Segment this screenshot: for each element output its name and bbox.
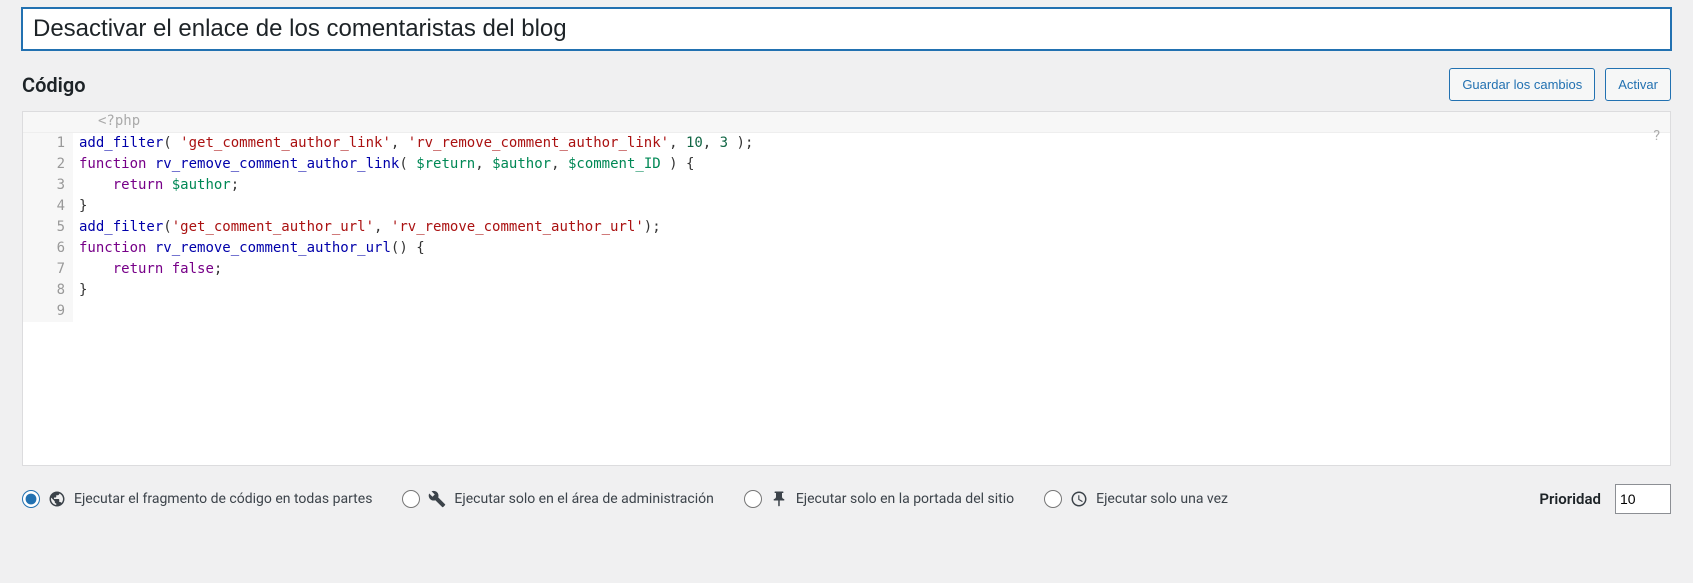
scope-everywhere-radio[interactable] [22,490,40,508]
scope-once[interactable]: Ejecutar solo una vez [1044,490,1228,508]
scope-once-radio[interactable] [1044,490,1062,508]
wrench-icon [428,490,446,508]
php-open-tag: <?php [23,112,1670,133]
save-button[interactable]: Guardar los cambios [1449,68,1595,101]
help-icon[interactable]: ? [1653,128,1660,144]
scope-everywhere-label: Ejecutar el fragmento de código en todas… [74,491,372,507]
priority-label: Prioridad [1539,490,1601,508]
scope-everywhere[interactable]: Ejecutar el fragmento de código en todas… [22,490,372,508]
scope-frontend-radio[interactable] [744,490,762,508]
scope-admin[interactable]: Ejecutar solo en el área de administraci… [402,490,713,508]
code-content[interactable]: add_filter( 'get_comment_author_link', '… [73,133,753,322]
globe-icon [48,490,66,508]
activate-button[interactable]: Activar [1605,68,1671,101]
scope-frontend[interactable]: Ejecutar solo en la portada del sitio [744,490,1014,508]
priority-input[interactable] [1615,484,1671,514]
scope-admin-radio[interactable] [402,490,420,508]
line-gutter: 123456789 [23,133,73,322]
scope-once-label: Ejecutar solo una vez [1096,491,1228,507]
pushpin-icon [770,490,788,508]
code-section-title: Código [22,73,86,97]
snippet-title-input[interactable] [22,8,1671,50]
code-editor[interactable]: ? <?php 123456789 add_filter( 'get_comme… [22,111,1671,466]
scope-admin-label: Ejecutar solo en el área de administraci… [454,491,713,507]
run-scope-group: Ejecutar el fragmento de código en todas… [22,490,1228,508]
scope-frontend-label: Ejecutar solo en la portada del sitio [796,491,1014,507]
clock-icon [1070,490,1088,508]
